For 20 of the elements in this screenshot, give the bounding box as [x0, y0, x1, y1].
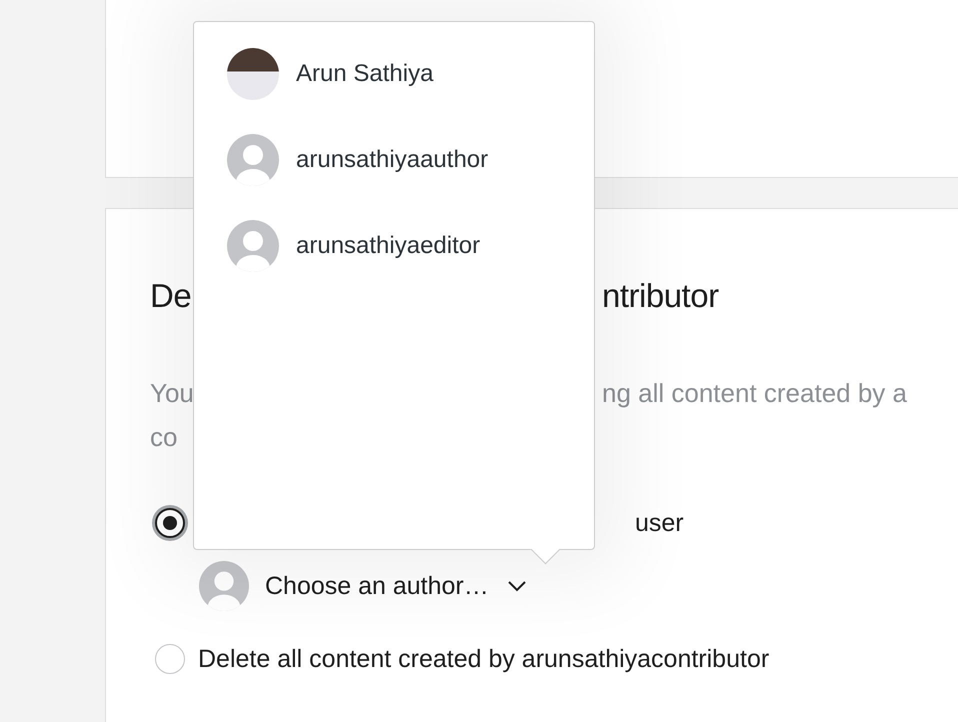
avatar-icon — [227, 220, 279, 272]
user-name: arunsathiyaauthor — [296, 146, 488, 174]
user-name: Arun Sathiya — [296, 60, 434, 88]
avatar-icon — [199, 561, 249, 611]
option-label: Delete all content created by arunsathiyacontributor — [198, 644, 770, 674]
photo-placeholder — [227, 48, 279, 100]
menu-item[interactable]: arunsathiyaauthor — [227, 117, 594, 203]
description-text: ng all content created by a — [602, 377, 908, 410]
avatar-icon — [227, 134, 279, 186]
radio-button[interactable] — [155, 508, 185, 538]
description-text: co — [150, 421, 178, 454]
menu-item[interactable]: Arun Sathiya — [227, 31, 594, 117]
section-heading: ntributor — [602, 276, 719, 316]
author-dropdown[interactable]: Choose an author… — [265, 572, 527, 600]
description-text: You — [150, 377, 195, 410]
chevron-icon — [506, 580, 527, 592]
menu-item[interactable]: arunsathiyaeditor — [227, 203, 594, 289]
option-label: user — [635, 508, 684, 538]
user-name: arunsathiyaeditor — [296, 232, 480, 260]
section-heading: De — [150, 276, 192, 316]
